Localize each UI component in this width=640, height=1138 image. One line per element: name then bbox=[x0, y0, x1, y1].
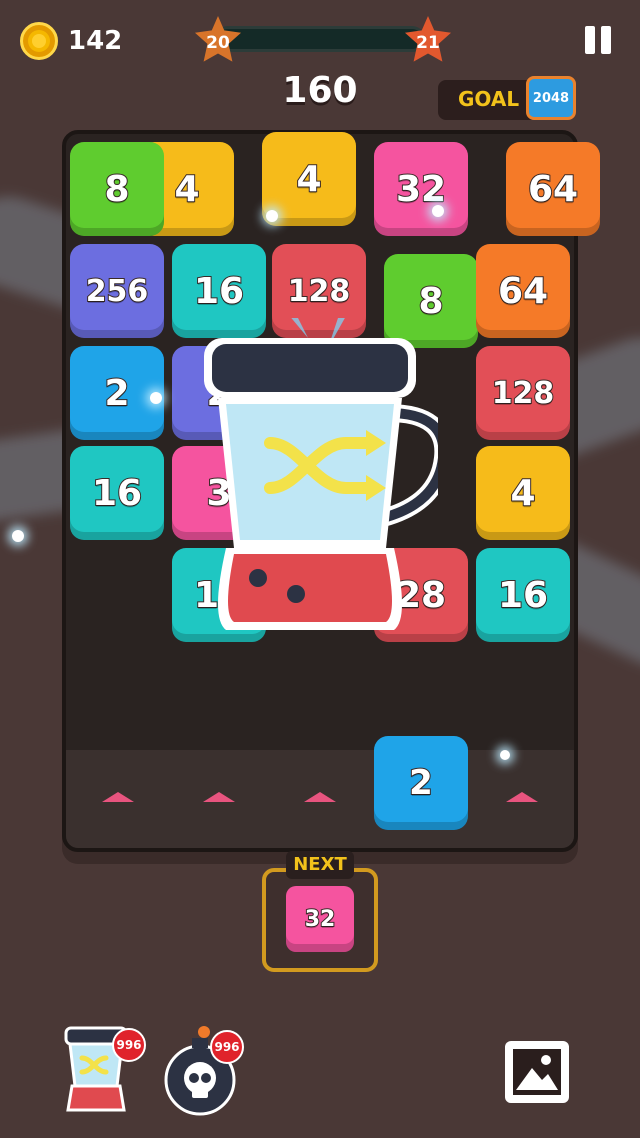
goal-label: GOAL bbox=[458, 87, 520, 111]
board-tile-value: 4 bbox=[509, 472, 536, 515]
pause-icon bbox=[601, 26, 611, 54]
board-tile-value: 8 bbox=[103, 168, 130, 211]
board-tile: 32 bbox=[374, 142, 468, 236]
bomb-booster-button[interactable]: 996 bbox=[160, 1026, 246, 1116]
board-tile-value: 2 bbox=[103, 372, 130, 415]
board-tile: 4 bbox=[476, 446, 570, 540]
sparkle bbox=[150, 392, 162, 404]
gallery-button[interactable] bbox=[502, 1038, 572, 1106]
sparkle bbox=[432, 205, 444, 217]
sparkle bbox=[266, 210, 278, 222]
board-tile: 128 bbox=[476, 346, 570, 440]
current-level-number: 20 bbox=[206, 33, 230, 53]
board-tile-value: 64 bbox=[497, 270, 549, 313]
board-tile: 64 bbox=[476, 244, 570, 338]
board-tile-value: 8 bbox=[417, 280, 444, 323]
pause-icon bbox=[585, 26, 595, 54]
board-tile-value: 128 bbox=[491, 375, 556, 412]
board-tile-value: 64 bbox=[527, 168, 579, 211]
board-tile: 16 bbox=[70, 446, 164, 540]
board-tile: 16 bbox=[476, 548, 570, 642]
level-progress-bar bbox=[215, 26, 425, 52]
board-tile-value: 16 bbox=[193, 270, 245, 313]
bomb-count-badge: 996 bbox=[210, 1030, 244, 1064]
sparkle bbox=[500, 750, 510, 760]
goal-tile: 2048 bbox=[526, 76, 576, 120]
image-icon bbox=[505, 1041, 569, 1103]
drop-tile[interactable]: 2 bbox=[374, 736, 468, 830]
next-tile: 32 bbox=[286, 886, 354, 952]
drop-tile-value: 2 bbox=[408, 762, 434, 804]
pause-button[interactable] bbox=[585, 26, 613, 54]
board-tile: 64 bbox=[506, 142, 600, 236]
board-tile-value: 32 bbox=[395, 168, 447, 211]
lane-arrow-icon[interactable] bbox=[102, 792, 134, 802]
shuffle-booster-button[interactable]: 996 bbox=[62, 1026, 146, 1116]
board-tile: 8 bbox=[70, 142, 164, 236]
lane-arrow-icon[interactable] bbox=[203, 792, 235, 802]
goal-panel: GOAL 2048 bbox=[438, 76, 576, 120]
next-label: NEXT bbox=[286, 851, 354, 879]
next-level-number: 21 bbox=[416, 33, 440, 53]
board-tile-value: 16 bbox=[497, 574, 549, 617]
lane-arrow-icon[interactable] bbox=[506, 792, 538, 802]
board-tile-value: 4 bbox=[295, 158, 322, 201]
board-tile-value: 4 bbox=[173, 168, 200, 211]
coin-icon bbox=[20, 22, 58, 60]
shuffle-count-badge: 996 bbox=[112, 1028, 146, 1062]
board-tile-value: 256 bbox=[85, 273, 150, 310]
next-tile-value: 32 bbox=[304, 906, 337, 933]
board-tile-value: 16 bbox=[91, 472, 143, 515]
board-tile-value: 128 bbox=[287, 273, 352, 310]
shuffle-booster-popup bbox=[204, 318, 438, 630]
board-tile: 2 bbox=[70, 346, 164, 440]
lane-arrow-icon[interactable] bbox=[304, 792, 336, 802]
coin-count: 142 bbox=[68, 26, 123, 56]
board-tile: 256 bbox=[70, 244, 164, 338]
sparkle bbox=[12, 530, 24, 542]
